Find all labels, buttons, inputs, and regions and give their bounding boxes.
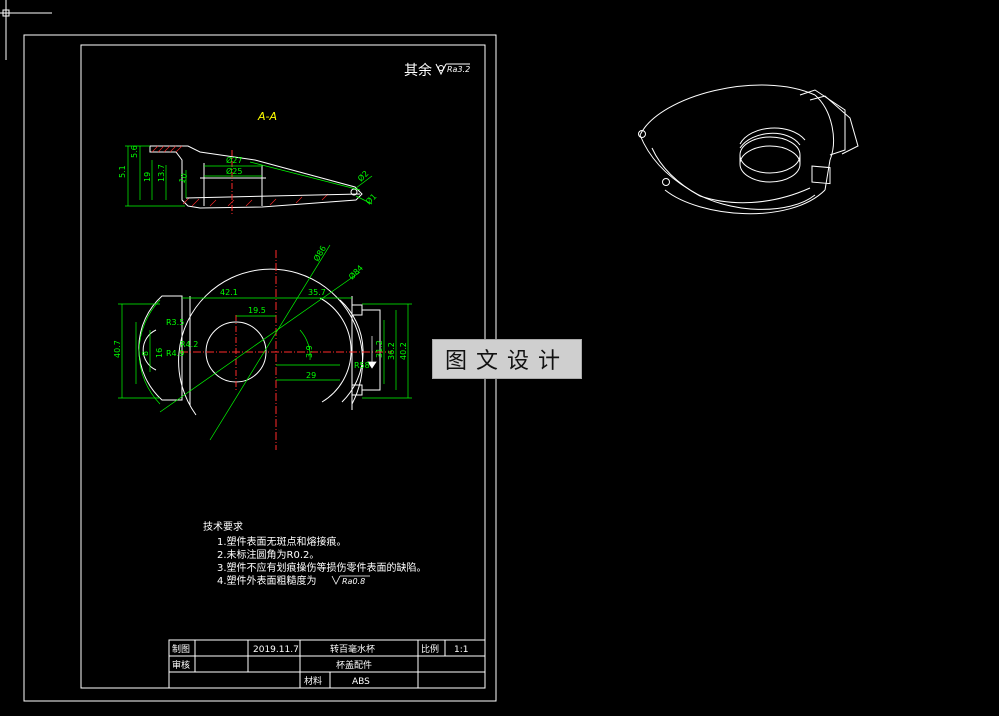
dim-13-7: 13.7 [157, 164, 166, 182]
requirement-3: 3.塑件不应有划痕操伤等损伤零件表面的缺陷。 [217, 561, 427, 574]
dim-d27: Ø27 [226, 155, 242, 165]
dim-d1: Ø1 [363, 191, 378, 206]
dim-5-6: 5.6 [130, 145, 139, 158]
part-name-line2: 杯盖配件 [336, 659, 372, 671]
scale-value: 1:1 [454, 645, 468, 655]
requirement-4: 4.塑件外表面粗糙度为 [217, 574, 317, 587]
dim-29: 29 [306, 371, 316, 380]
roughness-value: Ra3.2 [447, 65, 470, 74]
technical-requirements: 技术要求 1.塑件表面无斑点和熔接痕。 2.未标注圆角为R0.2。 3.塑件不应… [203, 520, 427, 587]
material-value: ABS [352, 677, 370, 687]
requirements-title: 技术要求 [203, 520, 243, 533]
dim-19-5: 19.5 [248, 306, 266, 315]
requirement-2: 2.未标注圆角为R0.2。 [217, 548, 319, 561]
roughness-note: 其余 [404, 62, 432, 79]
drawn-label: 制图 [172, 643, 190, 655]
dim-3-9: 3.9 [305, 345, 314, 358]
dim-r4-9: R4.9 [166, 349, 184, 358]
crosshair-cursor [0, 0, 52, 60]
requirement-4-value: Ra0.8 [342, 577, 365, 586]
dim-40-7: 40.7 [113, 340, 122, 358]
dim-r4-2: R4.2 [180, 340, 198, 349]
requirement-1: 1.塑件表面无斑点和熔接痕。 [217, 535, 347, 548]
dim-d2: Ø2 [355, 168, 370, 183]
dim-8: 8 [141, 351, 150, 356]
outer-frame [23, 34, 497, 702]
dim-10: 10 [177, 172, 189, 185]
dim-d86: Ø86 [311, 244, 328, 263]
isometric-view [638, 84, 859, 215]
checked-label: 审核 [172, 659, 190, 671]
dim-35-7: 35.7 [308, 288, 326, 297]
part-name-line1: 转百毫水杯 [330, 643, 375, 655]
watermark: 图文设计 [432, 339, 582, 379]
dim-31-2: 31.2 [375, 340, 384, 358]
material-label: 材料 [304, 675, 322, 687]
section-label: A-A [257, 110, 277, 123]
dim-5-1: 5.1 [118, 165, 127, 178]
scale-label: 比例 [421, 643, 439, 655]
dim-r3-5: R3.5 [166, 318, 184, 327]
plan-view: 42.1 19.5 35.7 Ø86 Ø84 40.7 R3.5 R4.2 R4… [113, 244, 412, 450]
drawing-date: 2019.11.7 [253, 645, 299, 655]
dim-16: 16 [155, 348, 164, 358]
dim-d84: Ø84 [346, 263, 365, 282]
dim-36-2: 36.2 [387, 342, 396, 360]
dim-42-1: 42.1 [220, 288, 238, 297]
dim-40-2: 40.2 [399, 342, 408, 360]
dim-19: 19 [143, 172, 152, 182]
section-view: 5.1 5.6 19 13.7 10 Ø27 Ø25 Ø2 Ø1 [118, 145, 378, 216]
dim-d25: Ø25 [226, 166, 242, 176]
dim-r58: R58 [354, 361, 370, 370]
